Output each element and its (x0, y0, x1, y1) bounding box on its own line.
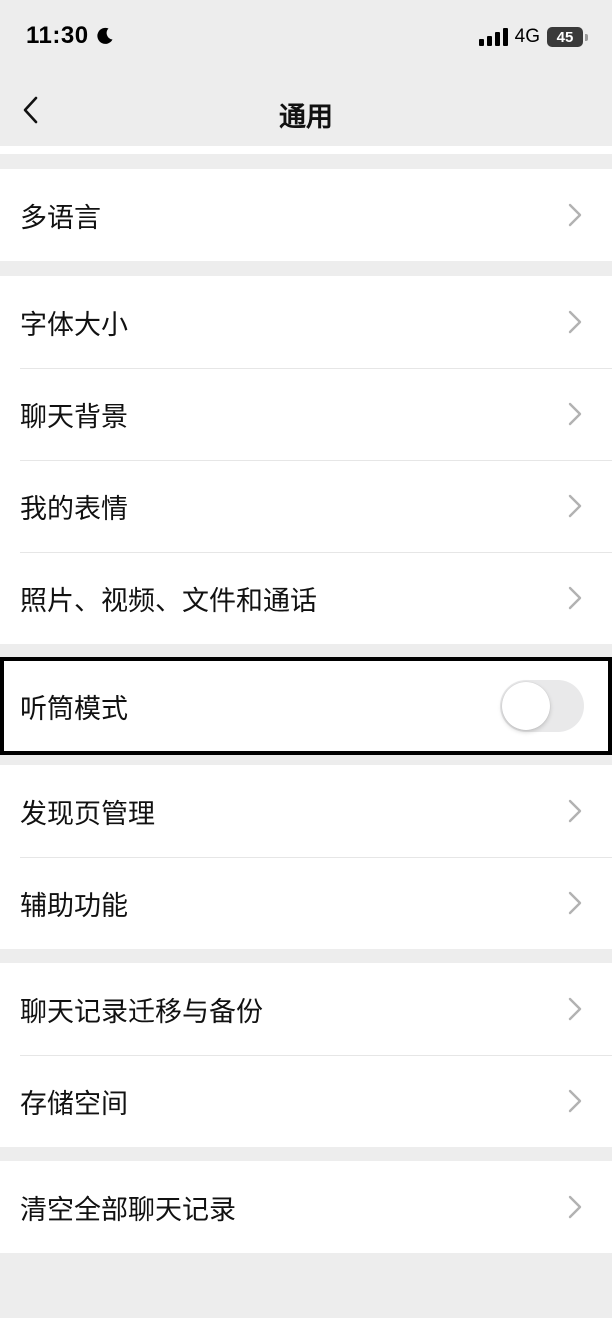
battery-icon: 45 (547, 27, 588, 47)
setting-row-language[interactable]: 多语言 (0, 169, 612, 261)
setting-label: 清空全部聊天记录 (20, 1194, 236, 1226)
setting-row-earpiece-mode: 听筒模式 (0, 660, 612, 752)
setting-row-my-stickers[interactable]: 我的表情 (0, 460, 612, 552)
chevron-right-icon (568, 891, 582, 915)
settings-group-clear: 清空全部聊天记录 (0, 1161, 612, 1253)
setting-label: 存储空间 (20, 1088, 128, 1120)
setting-label: 发现页管理 (20, 798, 155, 830)
settings-group-storage: 聊天记录迁移与备份 存储空间 (0, 963, 612, 1147)
chevron-right-icon (568, 586, 582, 610)
setting-label: 照片、视频、文件和通话 (20, 585, 317, 617)
setting-row-discover-management[interactable]: 发现页管理 (0, 765, 612, 857)
network-label: 4G (514, 26, 540, 47)
earpiece-mode-toggle[interactable] (500, 680, 584, 732)
chevron-right-icon (568, 402, 582, 426)
page-title: 通用 (279, 102, 333, 133)
status-time: 11:30 (26, 22, 115, 50)
toggle-knob (502, 682, 550, 730)
status-bar: 11:30 4G 45 (0, 0, 612, 76)
chevron-right-icon (568, 203, 582, 227)
setting-row-font-size[interactable]: 字体大小 (0, 276, 612, 368)
setting-label: 字体大小 (20, 309, 128, 341)
divider (0, 146, 612, 154)
status-indicators: 4G 45 (478, 26, 588, 48)
settings-group-language: 多语言 (0, 169, 612, 261)
setting-row-chat-migration-backup[interactable]: 聊天记录迁移与备份 (0, 963, 612, 1055)
signal-icon (478, 28, 508, 46)
status-time-text: 11:30 (26, 22, 89, 49)
battery-level: 45 (547, 27, 583, 47)
setting-row-chat-background[interactable]: 聊天背景 (0, 368, 612, 460)
settings-group-discover: 发现页管理 辅助功能 (0, 765, 612, 949)
chevron-right-icon (568, 997, 582, 1021)
setting-row-clear-all-chats[interactable]: 清空全部聊天记录 (0, 1161, 612, 1253)
setting-label: 聊天记录迁移与备份 (20, 996, 263, 1028)
chevron-right-icon (568, 799, 582, 823)
chevron-right-icon (568, 1089, 582, 1113)
chevron-right-icon (568, 310, 582, 334)
moon-icon (96, 27, 113, 44)
chevron-right-icon (568, 1195, 582, 1219)
chevron-right-icon (568, 494, 582, 518)
nav-bar: 通用 (0, 76, 612, 146)
setting-label: 聊天背景 (20, 401, 128, 433)
setting-row-media-files-calls[interactable]: 照片、视频、文件和通话 (0, 552, 612, 644)
setting-row-accessibility[interactable]: 辅助功能 (0, 857, 612, 949)
setting-label: 听筒模式 (20, 693, 128, 725)
setting-label: 我的表情 (20, 493, 128, 525)
setting-label: 辅助功能 (20, 890, 128, 922)
settings-group-earpiece: 听筒模式 (0, 660, 612, 752)
setting-label: 多语言 (20, 202, 101, 234)
settings-group-display: 字体大小 聊天背景 我的表情 照片、视频、文件和通话 (0, 276, 612, 644)
setting-row-storage-space[interactable]: 存储空间 (0, 1055, 612, 1147)
